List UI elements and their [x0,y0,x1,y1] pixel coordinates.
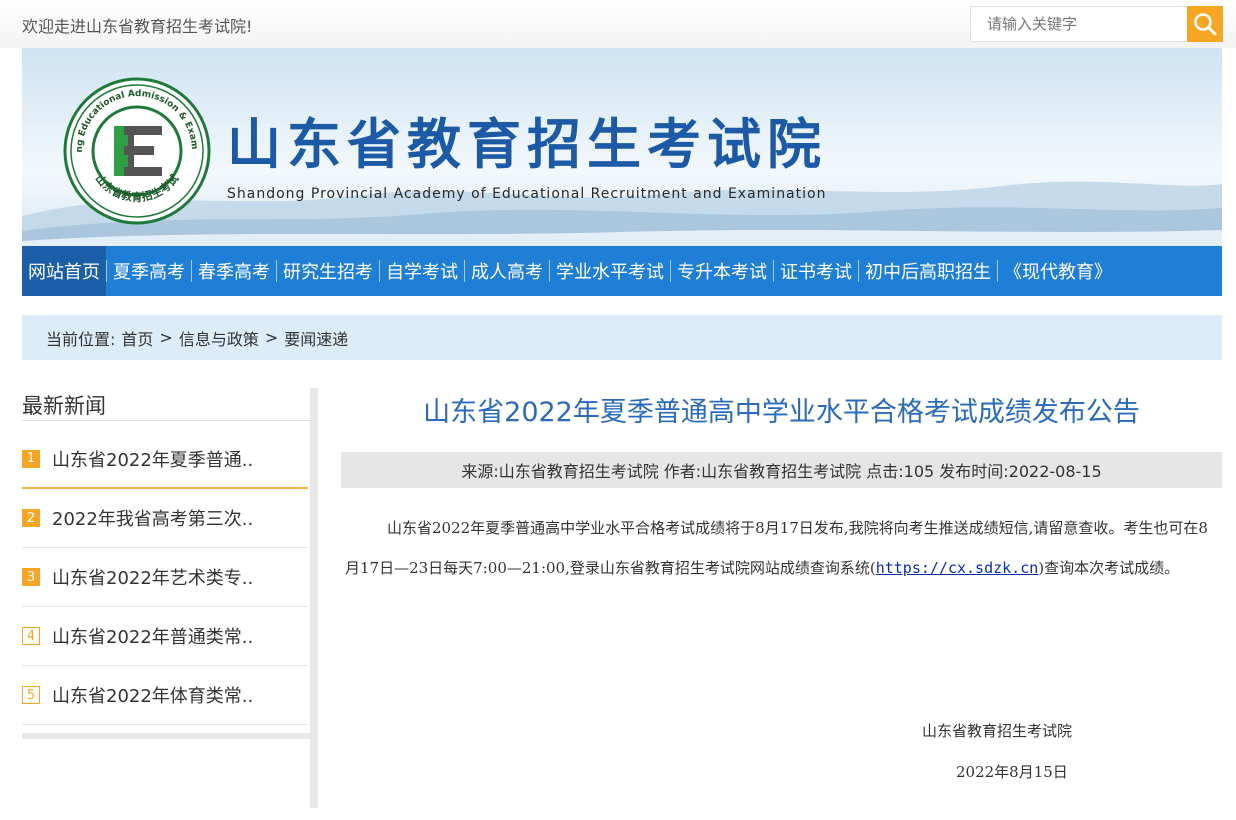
news-list-item[interactable]: 4 山东省2022年普通类常.. [22,607,308,666]
nav-item-certificate-exam[interactable]: 证书考试 [774,246,858,296]
main-nav: 网站首页 夏季高考 春季高考 研究生招考 自学考试 成人高考 学业水平考试 专升… [22,246,1222,296]
nav-item-summer-gaokao[interactable]: 夏季高考 [107,246,191,296]
score-query-link[interactable]: https://cx.sdzk.cn [876,559,1039,577]
breadcrumb-separator: > [264,328,279,347]
news-link[interactable]: 山东省2022年艺术类专.. [52,564,253,590]
article-paragraph: 山东省2022年夏季普通高中学业水平合格考试成绩将于8月17日发布,我院将向考生… [345,508,1218,588]
article-date: 2022年8月15日 [956,763,1068,781]
article-content: 山东省2022年夏季普通高中学业水平合格考试成绩发布公告 来源:山东省教育招生考… [341,388,1222,588]
sidebar-bottom-bar [22,733,310,739]
article-signature: 山东省教育招生考试院 [922,722,1073,740]
breadcrumb-info-policy[interactable]: 信息与政策 [179,326,259,350]
breadcrumb-news[interactable]: 要闻速递 [284,326,348,350]
news-list-item[interactable]: 1 山东省2022年夏季普通.. [22,430,308,489]
nav-item-adult-gaokao[interactable]: 成人高考 [465,246,549,296]
news-list: 1 山东省2022年夏季普通.. 2 2022年我省高考第三次.. 3 山东省2… [22,430,308,725]
top-bar: 欢迎走进山东省教育招生考试院! [0,0,1236,48]
news-link[interactable]: 山东省2022年夏季普通.. [52,446,253,472]
header-banner: Shandong Educational Admission & Examina… [22,48,1222,246]
article-body: 山东省2022年夏季普通高中学业水平合格考试成绩将于8月17日发布,我院将向考生… [341,508,1222,588]
latest-news-sidebar: 最新新闻 1 山东省2022年夏季普通.. 2 2022年我省高考第三次.. 3… [22,388,318,808]
news-list-item[interactable]: 2 2022年我省高考第三次.. [22,489,308,548]
article-title: 山东省2022年夏季普通高中学业水平合格考试成绩发布公告 [423,397,1140,428]
welcome-text: 欢迎走进山东省教育招生考试院! [22,17,253,36]
article-meta: 来源:山东省教育招生考试院 作者:山东省教育招生考试院 点击:105 发布时间:… [341,452,1222,488]
nav-item-upgrade-exam[interactable]: 专升本考试 [671,246,773,296]
news-list-item[interactable]: 3 山东省2022年艺术类专.. [22,548,308,607]
search-input[interactable] [971,7,1187,41]
breadcrumb-prefix: 当前位置: [46,329,116,349]
news-list-item[interactable]: 5 山东省2022年体育类常.. [22,666,308,725]
search-box [970,6,1223,42]
sidebar-divider-bar [310,388,318,808]
nav-item-self-study-exam[interactable]: 自学考试 [380,246,464,296]
breadcrumb-home[interactable]: 首页 [121,326,153,350]
paragraph-text: )查询本次考试成绩。 [1038,559,1180,577]
rank-badge: 1 [22,449,40,468]
nav-item-vocational-enrollment[interactable]: 初中后高职招生 [859,246,997,296]
search-icon [1194,13,1217,36]
sidebar-title: 最新新闻 [22,394,106,418]
nav-item-spring-gaokao[interactable]: 春季高考 [192,246,276,296]
site-subtitle: Shandong Provincial Academy of Education… [227,186,827,202]
nav-item-home[interactable]: 网站首页 [22,246,106,296]
news-link[interactable]: 2022年我省高考第三次.. [52,505,253,531]
breadcrumb-separator: > [159,328,173,347]
nav-item-proficiency-test[interactable]: 学业水平考试 [550,246,670,296]
rank-badge: 3 [22,568,40,586]
sidebar-title-divider [22,420,310,421]
news-link[interactable]: 山东省2022年体育类常.. [52,682,253,708]
breadcrumb: 当前位置: 首页 > 信息与政策 > 要闻速递 [22,315,1222,360]
rank-badge: 4 [22,627,40,645]
nav-item-modern-education[interactable]: 《现代教育》 [998,246,1118,296]
news-link[interactable]: 山东省2022年普通类常.. [52,623,253,649]
nav-item-graduate-exam[interactable]: 研究生招考 [277,246,379,296]
search-button[interactable] [1187,6,1223,42]
site-title: 山东省教育招生考试院 [227,113,827,176]
rank-badge: 2 [22,509,40,527]
academy-logo: Shandong Educational Admission & Examina… [59,69,212,226]
rank-badge: 5 [22,686,40,704]
